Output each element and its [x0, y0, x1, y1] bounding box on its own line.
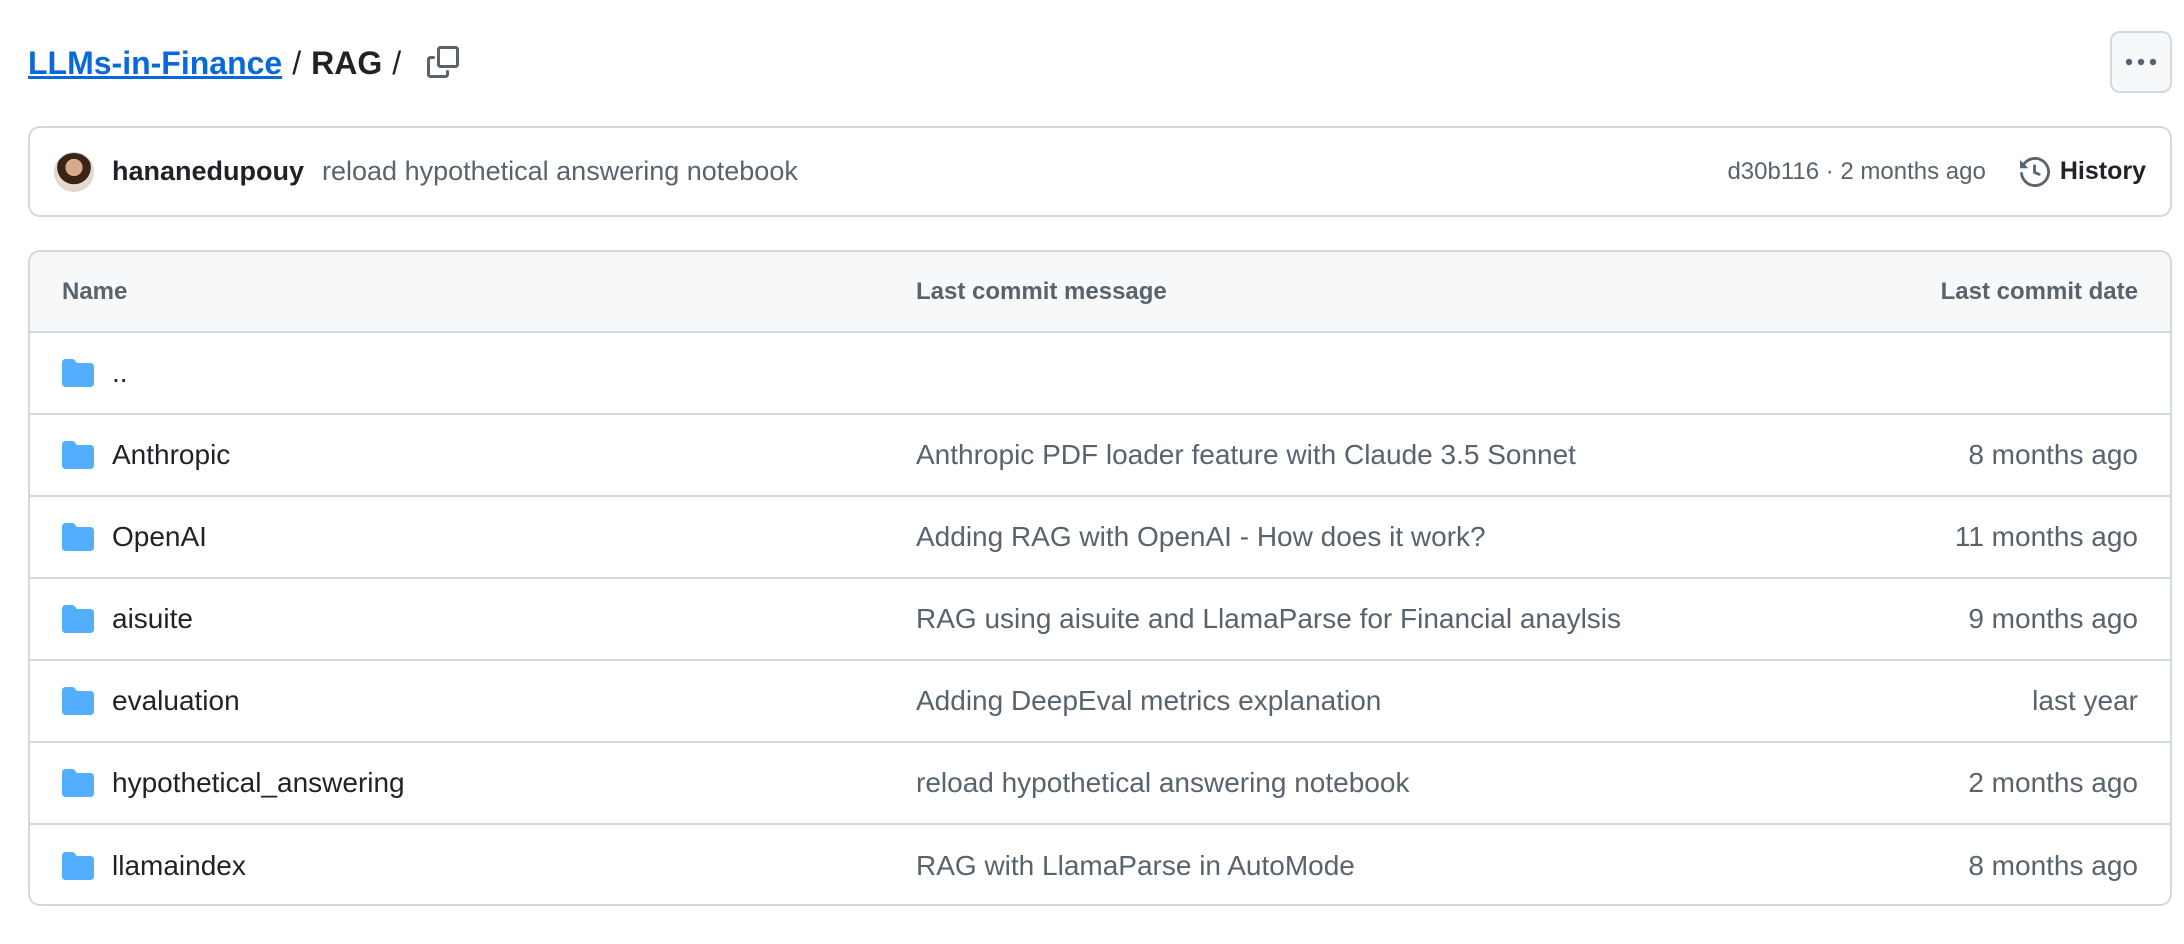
name-cell: evaluation	[62, 685, 240, 717]
name-cell: OpenAI	[62, 521, 207, 553]
folder-link[interactable]: llamaindex	[112, 850, 246, 882]
avatar[interactable]	[54, 151, 94, 192]
column-header-date: Last commit date	[1940, 277, 2138, 305]
folder-link[interactable]: OpenAI	[112, 521, 207, 553]
more-options-button[interactable]	[2110, 31, 2172, 93]
column-header-message: Last commit message	[916, 277, 1167, 305]
commit-right-group: d30b116 · 2 months ago History	[1727, 156, 2146, 187]
kebab-horizontal-icon	[2125, 58, 2157, 66]
table-row[interactable]: aisuite RAG using aisuite and LlamaParse …	[30, 579, 2170, 661]
folder-link[interactable]: hypothetical_answering	[112, 767, 405, 799]
file-table: Name Last commit message Last commit dat…	[28, 250, 2172, 906]
table-row[interactable]: evaluation Adding DeepEval metrics explan…	[30, 661, 2170, 743]
folder-icon	[62, 441, 94, 469]
commit-date: 9 months ago	[1968, 603, 2138, 634]
folder-link[interactable]: aisuite	[112, 603, 193, 635]
table-row[interactable]: hypothetical_answering reload hypothetica…	[30, 743, 2170, 825]
table-body: .. Anthropic Anthropic PDF loader feature …	[30, 333, 2170, 904]
table-row[interactable]: OpenAI Adding RAG with OpenAI - How does …	[30, 497, 2170, 579]
column-header-name: Name	[62, 277, 128, 305]
folder-icon	[62, 523, 94, 551]
breadcrumb-separator: /	[292, 44, 302, 81]
commit-author-link[interactable]: hananedupouy	[112, 156, 304, 187]
folder-link[interactable]: evaluation	[112, 685, 240, 717]
commit-message-link[interactable]: reload hypothetical answering notebook	[322, 156, 798, 187]
folder-icon	[62, 769, 94, 797]
breadcrumb-repo-link[interactable]: LLMs-in-Finance	[28, 45, 282, 82]
copy-icon	[427, 46, 459, 78]
breadcrumb-separator-trailing: /	[392, 44, 402, 81]
commit-date: 8 months ago	[1968, 850, 2138, 881]
commit-message-link[interactable]: reload hypothetical answering notebook	[916, 767, 1409, 799]
commit-date: 8 months ago	[1968, 439, 2138, 470]
history-label: History	[2059, 157, 2146, 185]
latest-commit-box: hananedupouy reload hypothetical answeri…	[28, 126, 2172, 217]
folder-icon	[62, 359, 94, 387]
commit-message-link[interactable]: RAG using aisuite and LlamaParse for Fin…	[916, 603, 1621, 635]
table-row[interactable]: llamaindex RAG with LlamaParse in AutoMod…	[30, 825, 2170, 904]
commit-message-link[interactable]: Adding RAG with OpenAI - How does it wor…	[916, 521, 1486, 553]
commit-sha-and-age[interactable]: d30b116 · 2 months ago	[1727, 158, 1985, 186]
repo-directory-page: LLMs-in-Finance / RAG / hananedupouy rel…	[0, 0, 2184, 944]
commit-date: 2 months ago	[1968, 767, 2138, 798]
history-button[interactable]: History	[2019, 156, 2146, 187]
name-cell: ..	[62, 357, 128, 389]
commit-date: 11 months ago	[1954, 521, 2138, 552]
folder-icon	[62, 687, 94, 715]
breadcrumb-current-folder: RAG	[311, 44, 383, 81]
folder-link[interactable]: ..	[112, 357, 128, 389]
table-row[interactable]: ..	[30, 333, 2170, 415]
name-cell: hypothetical_answering	[62, 767, 405, 799]
copy-path-button[interactable]	[424, 42, 462, 82]
breadcrumb: LLMs-in-Finance / RAG /	[28, 42, 411, 84]
folder-icon	[62, 605, 94, 633]
name-cell: aisuite	[62, 603, 193, 635]
table-row[interactable]: Anthropic Anthropic PDF loader feature wi…	[30, 415, 2170, 497]
table-header: Name Last commit message Last commit dat…	[30, 252, 2170, 333]
history-icon	[2019, 156, 2050, 187]
folder-icon	[62, 852, 94, 880]
commit-message-link[interactable]: RAG with LlamaParse in AutoMode	[916, 850, 1355, 882]
commit-message-link[interactable]: Anthropic PDF loader feature with Claude…	[916, 439, 1576, 471]
folder-link[interactable]: Anthropic	[112, 439, 230, 471]
commit-date: last year	[2032, 685, 2138, 716]
name-cell: llamaindex	[62, 850, 246, 882]
commit-message-link[interactable]: Adding DeepEval metrics explanation	[916, 685, 1381, 717]
name-cell: Anthropic	[62, 439, 230, 471]
